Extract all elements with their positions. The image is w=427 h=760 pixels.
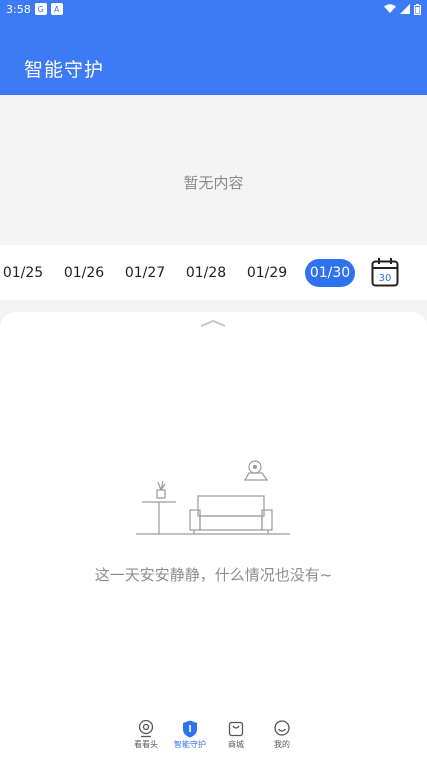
- signal-icon: [400, 4, 410, 14]
- tab-camera-label: 看看头: [134, 740, 158, 749]
- tab-me[interactable]: 我的: [260, 720, 304, 750]
- events-sheet: 这一天安安静静，什么情况也没有~: [0, 312, 427, 760]
- empty-room-illustration: [136, 460, 290, 535]
- tab-shop[interactable]: 商城: [214, 720, 258, 750]
- calendar-icon: 30: [371, 258, 399, 287]
- calendar-day: 30: [379, 273, 392, 284]
- date-item-0126[interactable]: 01/26: [61, 259, 107, 287]
- status-bar: 3:58 G A: [0, 0, 427, 18]
- app-notification-icon-2: A: [50, 3, 63, 15]
- app-notification-icon: G: [34, 3, 47, 15]
- tab-camera[interactable]: 看看头: [124, 720, 168, 750]
- date-item-0129[interactable]: 01/29: [244, 259, 290, 287]
- date-item-0128[interactable]: 01/28: [183, 259, 229, 287]
- app-header: 智能守护: [0, 18, 427, 95]
- wifi-icon: [384, 4, 396, 13]
- date-selector: 01/25 01/26 01/27 01/28 01/29 01/30 30: [0, 245, 427, 300]
- date-item-0127[interactable]: 01/27: [122, 259, 168, 287]
- battery-icon: [414, 3, 421, 15]
- tab-me-label: 我的: [274, 740, 290, 749]
- tab-shop-label: 商城: [228, 740, 244, 749]
- empty-content-text: 暂无内容: [183, 174, 244, 192]
- bottom-tab-bar: 看看头 智能守护 商城 我的: [0, 718, 427, 760]
- no-events-text: 这一天安安静静，什么情况也没有~: [94, 566, 333, 584]
- shopping-bag-icon: [228, 721, 244, 737]
- shield-icon: [183, 720, 197, 738]
- status-time: 3:58: [6, 2, 31, 16]
- video-area: 暂无内容: [0, 95, 427, 261]
- tab-smart-guard[interactable]: 智能守护: [168, 720, 212, 750]
- camera-icon: [138, 720, 154, 738]
- date-item-0125[interactable]: 01/25: [0, 259, 46, 287]
- calendar-button[interactable]: 30: [371, 257, 399, 287]
- date-item-0130[interactable]: 01/30: [305, 259, 355, 287]
- tab-smart-guard-label: 智能守护: [174, 740, 206, 749]
- smiley-icon: [274, 720, 290, 736]
- chevron-up-icon[interactable]: [199, 318, 227, 328]
- page-title: 智能守护: [24, 59, 105, 81]
